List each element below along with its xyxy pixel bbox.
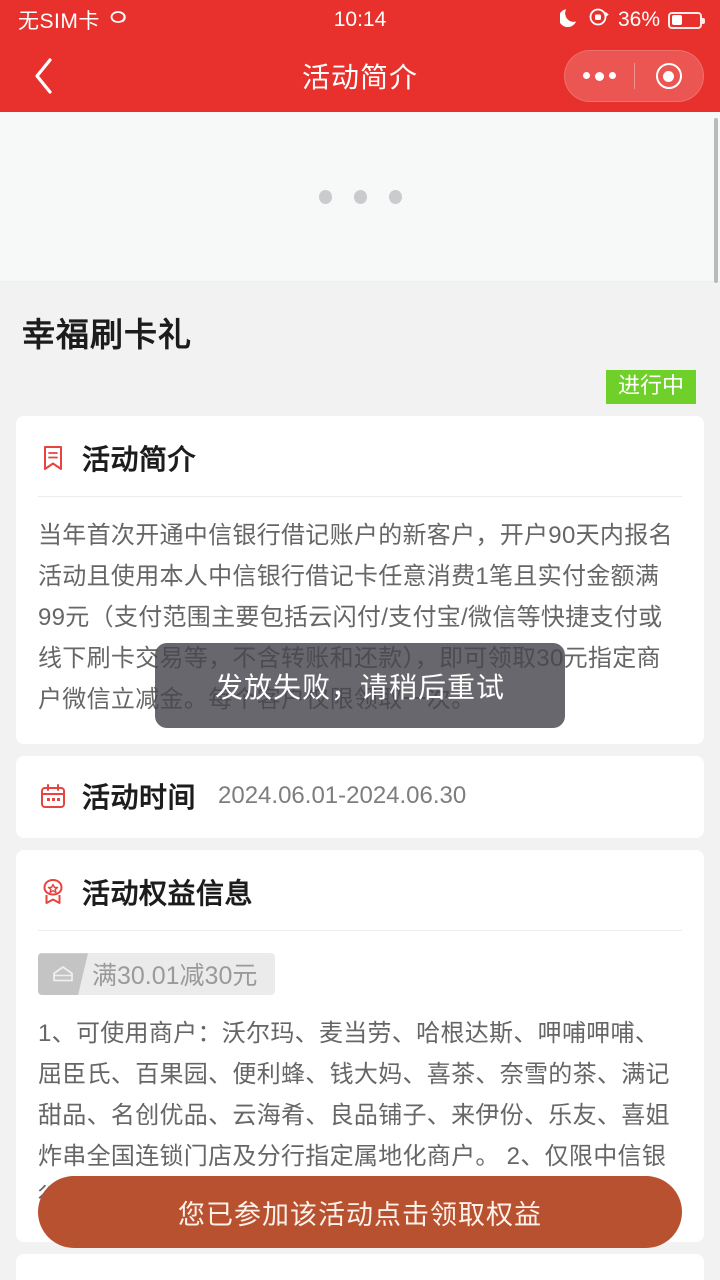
bookmark-doc-icon [38,443,68,473]
city-title: 活动城市 [82,1274,196,1280]
miniprogram-capsule [564,50,704,102]
banner-carousel[interactable] [0,112,720,282]
more-dots-icon [582,71,616,81]
coupon-ticket-icon [38,953,88,996]
battery-percent-label: 36% [617,8,660,31]
coupon-chip: 满30.01减30元 [38,953,276,996]
nav-bar: 活动简介 [0,40,720,112]
more-menu-button[interactable] [565,71,634,81]
claim-reward-label: 您已参加该活动点击领取权益 [178,1199,542,1230]
battery-icon [668,11,705,29]
rotation-lock-icon [588,6,610,34]
app-screen: 无SIM卡 10:14 36% 活动简介 幸福刷卡礼 进行中 活动简介 当年首次… [0,0,720,1280]
divider [38,496,682,498]
loading-dots-icon [318,189,402,204]
intro-card-header: 活动简介 [38,438,682,478]
status-badge: 进行中 [605,370,696,405]
time-value: 2024.06.01-2024.06.30 [218,782,467,810]
status-badge-row: 进行中 [22,370,698,405]
divider [38,930,682,932]
scrollbar[interactable] [714,118,718,283]
calendar-icon [38,781,68,811]
status-bar: 无SIM卡 10:14 36% [0,0,720,40]
toast-text: 发放失败，请稍后重试 [214,671,505,703]
coupon-label: 满30.01减30元 [92,962,258,991]
city-card: 活动城市 全国 [16,1254,704,1280]
toast-message: 发放失败，请稍后重试 [155,643,565,728]
claim-reward-button[interactable]: 您已参加该活动点击领取权益 [38,1176,682,1248]
close-miniprogram-button[interactable] [635,63,704,89]
rights-title: 活动权益信息 [82,878,254,910]
rights-card-header: 活动权益信息 [38,872,682,912]
activity-header: 幸福刷卡礼 进行中 [0,282,720,405]
award-medal-icon [38,877,68,907]
target-circle-icon [655,63,682,89]
moon-icon [558,6,580,34]
time-card: 活动时间 2024.06.01-2024.06.30 [16,756,704,839]
status-bar-right: 36% [558,6,705,34]
activity-title: 幸福刷卡礼 [22,316,192,353]
intro-title: 活动简介 [82,444,197,476]
time-title: 活动时间 [82,782,197,814]
